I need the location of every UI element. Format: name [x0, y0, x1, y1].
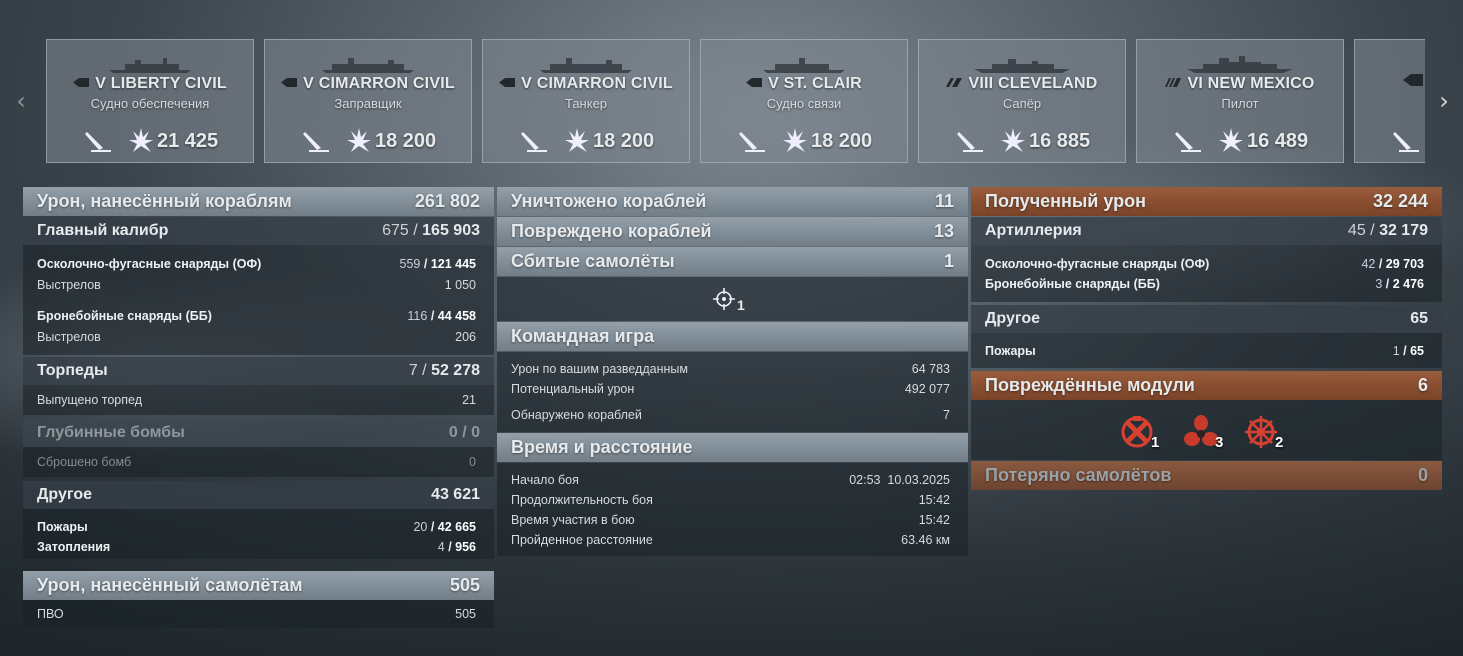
torpedo-hit-icon [957, 132, 983, 152]
ship-name: V CIMARRON CIVIL [483, 75, 689, 93]
torpedo-hit-icon [521, 132, 547, 152]
artillery-details: Осколочно-фугасные снаряды (ОФ) 42 / 29 7… [971, 245, 1442, 302]
depth-charges-details: Сброшено бомб 0 [23, 447, 494, 477]
shot-down-planes-header: Сбитые самолёты 1 [497, 247, 968, 276]
ship-damage: 21 425 [157, 130, 219, 152]
received-other-header: Другое 65 [971, 305, 1442, 333]
shot-down-count: 1 [737, 297, 745, 313]
torpedo-hit-icon [1175, 132, 1201, 152]
ship-card[interactable]: VIII CLEVELAND Сапёр 16 885 [918, 39, 1126, 163]
ship-card[interactable]: V CIMARRON CIVIL Заправщик 18 200 [264, 39, 472, 163]
ship-card[interactable]: V LIBERTY CIVIL Судно обеспечения 21 425 [46, 39, 254, 163]
damaged-modules-header: Повреждённые модули 6 [971, 371, 1442, 400]
explosion-icon [347, 128, 371, 152]
time-distance-details: Начало боя 02:53 10.03.2025 Продолжительн… [497, 463, 968, 556]
battleship-class-icon [1165, 78, 1182, 87]
damaged-ships-header: Повреждено кораблей 13 [497, 217, 968, 246]
ship-damage: 16 489 [1247, 130, 1309, 152]
main-battery-header: Главный калибр 675 / 165 903 [23, 217, 494, 245]
time-distance-header: Время и расстояние [497, 433, 968, 462]
ship-damage: 18 200 [375, 130, 437, 152]
explosion-icon [1219, 128, 1243, 152]
ship-role: Заправщик [334, 96, 402, 111]
auxiliary-class-icon [281, 78, 298, 87]
ship-silhouette-icon [322, 58, 414, 73]
carousel-prev-arrow[interactable]: ‹ [13, 88, 29, 114]
auxiliary-class-icon [499, 78, 516, 87]
ship-name: VI NEW MEXICO [1137, 75, 1343, 93]
explosion-icon [783, 128, 807, 152]
team-play-header: Командная игра [497, 322, 968, 351]
ship-role: Танкер [564, 96, 608, 111]
ship-card-partial[interactable] [1354, 39, 1425, 163]
team-play-details: Урон по вашим разведданным 64 783 Потенци… [497, 352, 968, 432]
carousel-next-arrow[interactable]: › [1436, 88, 1452, 114]
shot-down-details: 1 [497, 277, 968, 321]
ribbon-icons [521, 128, 589, 152]
received-other-details: Пожары 1 / 65 [971, 333, 1442, 368]
ribbon-icons [739, 128, 807, 152]
crosshair-icon [713, 288, 735, 310]
ship-card-carousel: V LIBERTY CIVIL Судно обеспечения 21 425… [46, 39, 1425, 163]
ship-silhouette-icon [974, 59, 1070, 73]
ship-card[interactable]: V CIMARRON CIVIL Танкер 18 200 [482, 39, 690, 163]
torpedo-hit-icon [85, 132, 111, 152]
ship-silhouette-icon [109, 58, 191, 73]
ribbon-icons [957, 128, 1025, 152]
ship-name: V ST. CLAIR [701, 75, 907, 93]
ship-damage: 16 885 [1029, 130, 1091, 152]
torpedo-hit-icon [303, 132, 329, 152]
planes-damage-header: Урон, нанесённый самолётам 505 [23, 571, 494, 600]
aa-details: ПВО 505 [23, 600, 494, 628]
received-damage-header: Полученный урон 32 244 [971, 187, 1442, 216]
ship-silhouette-icon [1187, 56, 1293, 73]
auxiliary-class-icon [73, 78, 90, 87]
other-damage-details: Пожары 20 / 42 665 Затопления 4 / 956 [23, 509, 494, 559]
auxiliary-class-icon [746, 78, 763, 87]
ship-class-icon [1403, 74, 1423, 86]
explosion-icon [565, 128, 589, 152]
ribbon-icons [85, 128, 153, 152]
ship-card[interactable]: V ST. CLAIR Судно связи 18 200 [700, 39, 908, 163]
damaged-modules-details: 1 3 2 [971, 400, 1442, 460]
torpedoes-details: Выпущено торпед 21 [23, 385, 494, 415]
ship-silhouette-icon [763, 58, 845, 73]
ship-damage: 18 200 [811, 130, 873, 152]
ship-name: VIII CLEVELAND [919, 75, 1125, 93]
torpedo-hit-icon [1393, 132, 1419, 152]
ribbon-icons [303, 128, 371, 152]
ship-name: V CIMARRON CIVIL [265, 75, 471, 93]
other-damage-header: Другое 43 621 [23, 481, 494, 509]
explosion-icon [129, 128, 153, 152]
explosion-icon [1001, 128, 1025, 152]
ship-role: Судно обеспечения [90, 96, 210, 111]
torpedoes-header: Торпеды 7 / 52 278 [23, 357, 494, 385]
engine-icon: 1 [1119, 414, 1159, 455]
destroyed-ships-header: Уничтожено кораблей 11 [497, 187, 968, 216]
artillery-header: Артиллерия 45 / 32 179 [971, 217, 1442, 245]
ship-role: Пилот [1221, 96, 1259, 111]
cruiser-class-icon [946, 78, 963, 87]
ship-role: Сапёр [1002, 96, 1042, 111]
ribbon-icons [1175, 128, 1243, 152]
ships-damage-header: Урон, нанесённый кораблям 261 802 [23, 187, 494, 216]
ship-card[interactable]: VI NEW MEXICO Пилот 16 489 [1136, 39, 1344, 163]
depth-charges-header: Глубинные бомбы 0 / 0 [23, 419, 494, 447]
main-battery-details: Осколочно-фугасные снаряды (ОФ) 559 / 121… [23, 245, 494, 355]
ship-name: V LIBERTY CIVIL [47, 75, 253, 93]
ship-damage: 18 200 [593, 130, 655, 152]
planes-lost-header: Потеряно самолётов 0 [971, 461, 1442, 490]
torpedo-hit-icon [739, 132, 765, 152]
ship-role: Судно связи [766, 96, 842, 111]
ship-silhouette-icon [540, 58, 632, 73]
propeller-icon: 3 [1183, 414, 1223, 455]
steering-gear-icon: 2 [1243, 414, 1283, 455]
